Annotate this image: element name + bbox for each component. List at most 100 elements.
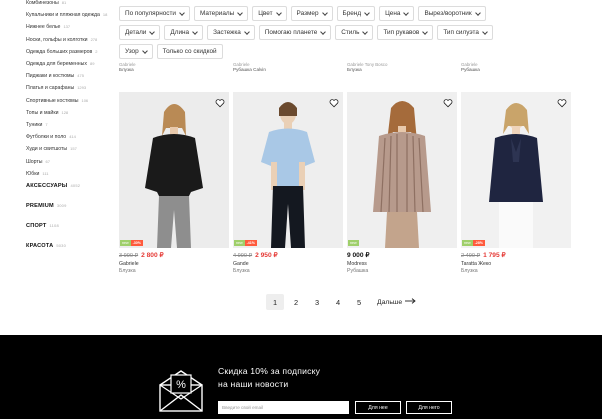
page-link-2[interactable]: 2 xyxy=(287,294,305,310)
previous-products-row: Gabriele Блузка Gabriele Рубашка Calvin Gabr… xyxy=(119,62,579,82)
product-type: Рубашка xyxy=(347,268,369,274)
filter-label: Длина xyxy=(170,29,190,36)
product-image[interactable]: new xyxy=(347,92,457,248)
sidebar-item-label: Пиджаки и костюмы xyxy=(26,73,75,80)
sidebar-item-count: 18 xyxy=(102,12,108,18)
filter-dropdown[interactable]: По популярности xyxy=(119,6,190,21)
sidebar-item[interactable]: Купальники и пляжная одежда 18 xyxy=(26,12,112,18)
price-row: 2 490 ₽1 795 ₽ xyxy=(461,251,571,259)
sidebar-item-label: Носки, гольфы и колготки xyxy=(26,36,88,43)
product-image[interactable]: new -41% xyxy=(233,92,343,248)
newsletter-footer: % Скидка 10% за подписку на наши новости… xyxy=(0,335,602,419)
sidebar-section-label: АКСЕССУАРЫ xyxy=(26,183,68,190)
sidebar-item-count: 414 xyxy=(69,134,76,140)
filter-dropdown[interactable]: Тип силуэта xyxy=(437,25,493,40)
email-input[interactable]: Введите свой email xyxy=(218,401,349,414)
sidebar-item-count: 2 xyxy=(95,48,98,54)
filter-label: Застежка xyxy=(213,29,241,36)
page-link-3[interactable]: 3 xyxy=(308,294,326,310)
sidebar-item-label: Комбинезоны xyxy=(26,0,59,6)
newsletter-promo: Скидка 10% за подписку на наши новости xyxy=(218,365,320,391)
sidebar-section[interactable]: СПОРТ 1108 xyxy=(26,223,112,229)
chevron-down-icon xyxy=(321,9,328,16)
filter-dropdown[interactable]: Цвет xyxy=(252,6,287,21)
heart-icon[interactable] xyxy=(557,95,567,108)
filter-dropdown[interactable]: Материалы xyxy=(193,6,249,21)
current-price: 2 800 ₽ xyxy=(141,252,164,259)
sidebar-item[interactable]: Нижнее белье 137 xyxy=(26,24,112,30)
sidebar-item[interactable]: Пиджаки и костюмы 475 xyxy=(26,73,112,79)
filter-label: Стиль xyxy=(341,29,360,36)
filter-dropdown[interactable]: Бренд xyxy=(336,6,376,21)
heart-icon[interactable] xyxy=(329,95,339,108)
sidebar-item-count: 278 xyxy=(90,36,98,42)
sidebar-item-count: 137 xyxy=(63,24,71,30)
price-row: 4 990 ₽2 950 ₽ xyxy=(233,251,343,259)
subscribe-men-button[interactable]: Для него xyxy=(406,401,452,414)
sidebar-item[interactable]: Одежда больших размеров 2 xyxy=(26,49,112,55)
chevron-down-icon xyxy=(275,9,282,16)
price-row: 9 000 ₽ xyxy=(347,251,457,259)
sidebar-item[interactable]: Топы и майки 128 xyxy=(26,110,112,116)
sidebar-item-count: 81 xyxy=(61,0,67,5)
filter-label: Вырез/воротник xyxy=(424,10,472,17)
filter-dropdown[interactable]: Размер xyxy=(290,6,333,21)
filter-dropdown[interactable]: Длина xyxy=(164,25,204,40)
product-card[interactable]: new -30% 3 990 ₽2 800 ₽ Gabriele Блузка xyxy=(119,92,229,274)
page-link-1[interactable]: 1 xyxy=(266,294,284,310)
filter-dropdown[interactable]: Помогаю планете xyxy=(258,25,332,40)
sidebar-section[interactable]: КРАСОТА 5030 xyxy=(26,243,112,249)
filter-label: Цена xyxy=(385,10,401,17)
sidebar-item-label: Шорты xyxy=(26,158,43,165)
sidebar-item-label: Туники xyxy=(26,122,43,129)
sidebar-item[interactable]: Худи и свитшоты 157 xyxy=(26,146,112,152)
price-row: 3 990 ₽2 800 ₽ xyxy=(119,251,229,259)
sidebar-item[interactable]: Юбки 111 xyxy=(26,171,112,177)
sidebar-section[interactable]: PREMIUM 3009 xyxy=(26,203,112,209)
page-link-5[interactable]: 5 xyxy=(350,294,368,310)
product-card[interactable]: new -28% 2 490 ₽1 795 ₽ Taratta Жеко Блузка xyxy=(461,92,571,274)
product-card[interactable]: new -41% 4 990 ₽2 950 ₽ Gande Блузка xyxy=(233,92,343,274)
product-brand: Taratta Жеко xyxy=(461,261,492,267)
heart-icon[interactable] xyxy=(443,95,453,108)
sidebar-item[interactable]: Футболки и поло 414 xyxy=(26,134,112,140)
sidebar-item[interactable]: Платья и сарафаны 1293 xyxy=(26,85,112,91)
sidebar-section-count: 4052 xyxy=(70,183,81,189)
subscribe-women-button[interactable]: Для нее xyxy=(355,401,401,414)
sidebar-item-count: 1293 xyxy=(77,85,87,91)
sidebar-item-count: 157 xyxy=(70,146,77,152)
sidebar-item-count: 111 xyxy=(42,170,49,176)
filter-dropdown[interactable]: Вырез/воротник xyxy=(418,6,486,21)
previous-product-type: Рубашка xyxy=(461,67,480,72)
sidebar-item[interactable]: Туники 7 xyxy=(26,122,112,128)
sidebar-item[interactable]: Шорты 67 xyxy=(26,159,112,165)
product-image[interactable]: new -30% xyxy=(119,92,229,248)
product-image[interactable]: new -28% xyxy=(461,92,571,248)
sidebar-item[interactable]: Спортивные костюмы 106 xyxy=(26,98,112,104)
product-type: Блузка xyxy=(119,268,136,274)
previous-product-info: Gabriele Tony Bosco Блузка xyxy=(347,62,457,73)
sidebar-section[interactable]: АКСЕССУАРЫ 4052 xyxy=(26,183,112,189)
svg-text:%: % xyxy=(176,379,186,391)
next-page-link[interactable]: Дальше xyxy=(377,298,416,306)
sidebar-item-label: Футболки и поло xyxy=(26,134,67,141)
sidebar-item[interactable]: Комбинезоны 81 xyxy=(26,0,112,6)
sidebar-section-label: СПОРТ xyxy=(26,223,47,230)
discount-only-toggle[interactable]: Только со скидкой xyxy=(156,44,223,59)
filter-dropdown[interactable]: Узор xyxy=(119,44,153,59)
filter-dropdown[interactable]: Стиль xyxy=(335,25,374,40)
sidebar-section-count: 1108 xyxy=(49,223,59,229)
filter-dropdown[interactable]: Тип рукавов xyxy=(377,25,434,40)
discount-badge: -30% xyxy=(130,240,143,246)
sidebar-item[interactable]: Одежда для беременных 89 xyxy=(26,61,112,67)
previous-product-type: Рубашка Calvin xyxy=(233,67,266,72)
heart-icon[interactable] xyxy=(215,95,225,108)
product-card[interactable]: new 9 000 ₽ Modress Рубашка xyxy=(347,92,457,274)
previous-product-info: Gabriele Блузка xyxy=(119,62,229,73)
filter-dropdown[interactable]: Детали xyxy=(119,25,161,40)
page-link-4[interactable]: 4 xyxy=(329,294,347,310)
filter-dropdown[interactable]: Цена xyxy=(379,6,415,21)
sidebar-item[interactable]: Носки, гольфы и колготки 278 xyxy=(26,37,112,43)
sidebar-item-count: 128 xyxy=(61,109,69,115)
filter-dropdown[interactable]: Застежка xyxy=(207,25,255,40)
